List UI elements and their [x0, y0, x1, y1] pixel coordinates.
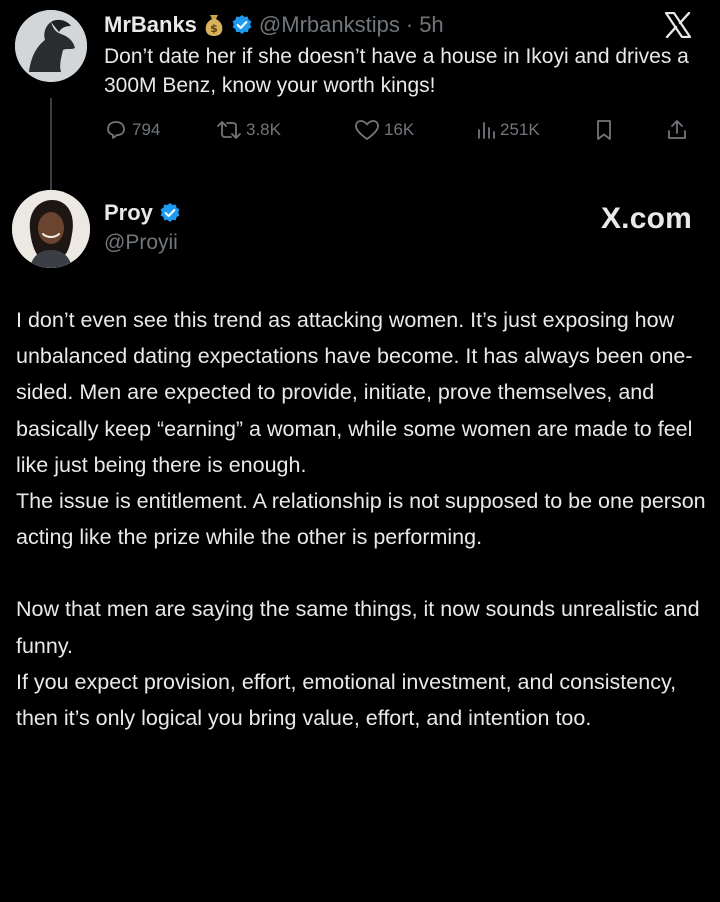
tweet2-author-name[interactable]: Proy	[104, 200, 153, 226]
tweet2-handle[interactable]: @Proyii	[104, 231, 181, 255]
svg-text:$: $	[210, 22, 218, 35]
repost-count: 3.8K	[246, 120, 281, 139]
bookmark-button[interactable]	[594, 116, 614, 144]
verified-icon	[159, 202, 181, 224]
like-icon	[354, 118, 380, 142]
x-com-watermark: X.com	[600, 202, 692, 235]
tweet1-author-name[interactable]: MrBanks	[104, 12, 197, 38]
like-button[interactable]: 16K	[354, 116, 414, 144]
tweet2-body: I don’t even see this trend as attacking…	[16, 302, 706, 736]
share-icon	[666, 118, 688, 142]
verified-icon	[231, 14, 253, 36]
reply-button[interactable]: 794	[104, 116, 160, 144]
repost-icon	[216, 118, 242, 142]
tweet1-handle[interactable]: @Mrbankstips	[259, 12, 400, 38]
tweet1-text: Don’t date her if she doesn’t have a hou…	[104, 45, 689, 97]
tweet2-paragraph: If you expect provision, effort, emotion…	[16, 669, 677, 731]
proy-avatar[interactable]	[12, 190, 90, 268]
money-bag-icon: $	[203, 13, 225, 37]
tweet1-timestamp[interactable]: 5h	[419, 12, 443, 38]
share-button[interactable]	[666, 116, 688, 144]
views-icon	[476, 118, 496, 142]
tweet2-header: Proy @Proyii	[104, 199, 181, 255]
repost-button[interactable]: 3.8K	[216, 116, 281, 144]
tweet1-separator: ·	[405, 12, 414, 37]
like-count: 16K	[384, 120, 415, 139]
views-button[interactable]: 251K	[476, 116, 540, 144]
tweet2-paragraph: I don’t even see this trend as attacking…	[16, 308, 693, 477]
thread-connector-line	[50, 98, 52, 190]
tweet1-action-bar: 794 3.8K 16K 251K	[104, 116, 696, 144]
tweet2-paragraph: The issue is entitlement. A relationship…	[16, 489, 706, 550]
reply-icon	[104, 118, 128, 142]
x-logo-icon[interactable]	[664, 11, 692, 39]
reply-count: 794	[132, 120, 161, 139]
tweet2-paragraph: Now that men are saying the same things,…	[16, 597, 700, 658]
tweet1-header: MrBanks $ @Mrbankstips · 5h	[104, 10, 444, 40]
bookmark-icon	[594, 118, 614, 142]
views-count: 251K	[500, 120, 540, 139]
mrbanks-avatar[interactable]	[15, 10, 87, 82]
